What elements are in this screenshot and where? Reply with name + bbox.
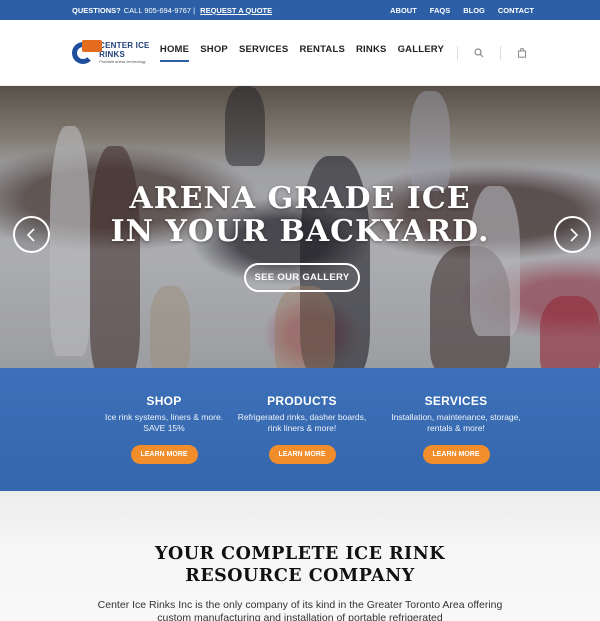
- intro-section: YOUR COMPLETE ICE RINK RESOURCE COMPANY …: [0, 491, 600, 621]
- feature-title: PRODUCTS: [267, 394, 337, 408]
- features-band: SHOP Ice rink systems, liners & more. SA…: [0, 368, 600, 491]
- feature-title: SERVICES: [424, 394, 488, 408]
- see-gallery-button[interactable]: SEE OUR GALLERY: [244, 263, 360, 292]
- feature-text: Ice rink systems, liners & more. SAVE 15…: [104, 412, 224, 433]
- search-icon[interactable]: [471, 45, 487, 61]
- top-bar-contact: QUESTIONS? CALL 905-694-9767 | REQUEST A …: [72, 6, 272, 15]
- top-bar: QUESTIONS? CALL 905-694-9767 | REQUEST A …: [0, 0, 600, 20]
- nav-divider: [457, 45, 458, 60]
- nav-rentals[interactable]: RENTALS: [299, 44, 345, 62]
- cart-icon[interactable]: [514, 45, 530, 61]
- intro-body: Center Ice Rinks Inc is the only company…: [97, 599, 503, 621]
- feature-text: Installation, maintenance, storage, rent…: [391, 412, 521, 433]
- site-header: CENTER ICE RINKS Portable arena technolo…: [0, 20, 600, 86]
- logo-name: CENTER ICE RINKS: [99, 41, 150, 59]
- nav-services[interactable]: SERVICES: [239, 44, 288, 62]
- feature-services: SERVICES Installation, maintenance, stor…: [386, 394, 526, 464]
- hero-title: ARENA GRADE ICE IN YOUR BACKYARD.: [110, 181, 490, 249]
- contact-link[interactable]: CONTACT: [498, 6, 534, 15]
- nav-home[interactable]: HOME: [159, 44, 190, 62]
- logo-tagline: Portable arena technology: [99, 59, 146, 64]
- shop-learn-more-button[interactable]: LEARN MORE: [130, 445, 198, 464]
- nav-rinks[interactable]: RINKS: [356, 44, 387, 62]
- feature-shop: SHOP Ice rink systems, liners & more. SA…: [94, 394, 234, 464]
- nav-shop[interactable]: SHOP: [200, 44, 228, 62]
- chevron-left-icon[interactable]: [13, 216, 50, 253]
- site-logo[interactable]: CENTER ICE RINKS Portable arena technolo…: [72, 39, 160, 66]
- page: QUESTIONS? CALL 905-694-9767 | REQUEST A …: [0, 0, 600, 621]
- logo-mark-icon: [72, 39, 102, 66]
- request-quote-link[interactable]: REQUEST A QUOTE: [200, 6, 272, 15]
- hero-slider: ARENA GRADE ICE IN YOUR BACKYARD. SEE OU…: [0, 86, 600, 368]
- top-bar-links: ABOUT FAQS BLOG CONTACT: [390, 6, 534, 15]
- services-learn-more-button[interactable]: LEARN MORE: [422, 445, 490, 464]
- nav-divider: [500, 45, 501, 60]
- about-link[interactable]: ABOUT: [390, 6, 417, 15]
- questions-label: QUESTIONS?: [72, 5, 121, 15]
- feature-products: PRODUCTS Refrigerated rinks, dasher boar…: [232, 394, 372, 464]
- chevron-right-icon[interactable]: [554, 216, 591, 253]
- main-nav: HOME SHOP SERVICES RENTALS RINKS GALLERY: [159, 44, 530, 62]
- products-learn-more-button[interactable]: LEARN MORE: [268, 445, 336, 464]
- blog-link[interactable]: BLOG: [463, 6, 485, 15]
- feature-text: Refrigerated rinks, dasher boards, rink …: [237, 412, 367, 433]
- faqs-link[interactable]: FAQS: [430, 6, 450, 15]
- feature-title: SHOP: [146, 394, 182, 408]
- nav-gallery[interactable]: GALLERY: [398, 44, 444, 62]
- intro-heading: YOUR COMPLETE ICE RINK RESOURCE COMPANY: [155, 544, 445, 586]
- phone-link[interactable]: CALL 905-694-9767 |: [124, 6, 195, 15]
